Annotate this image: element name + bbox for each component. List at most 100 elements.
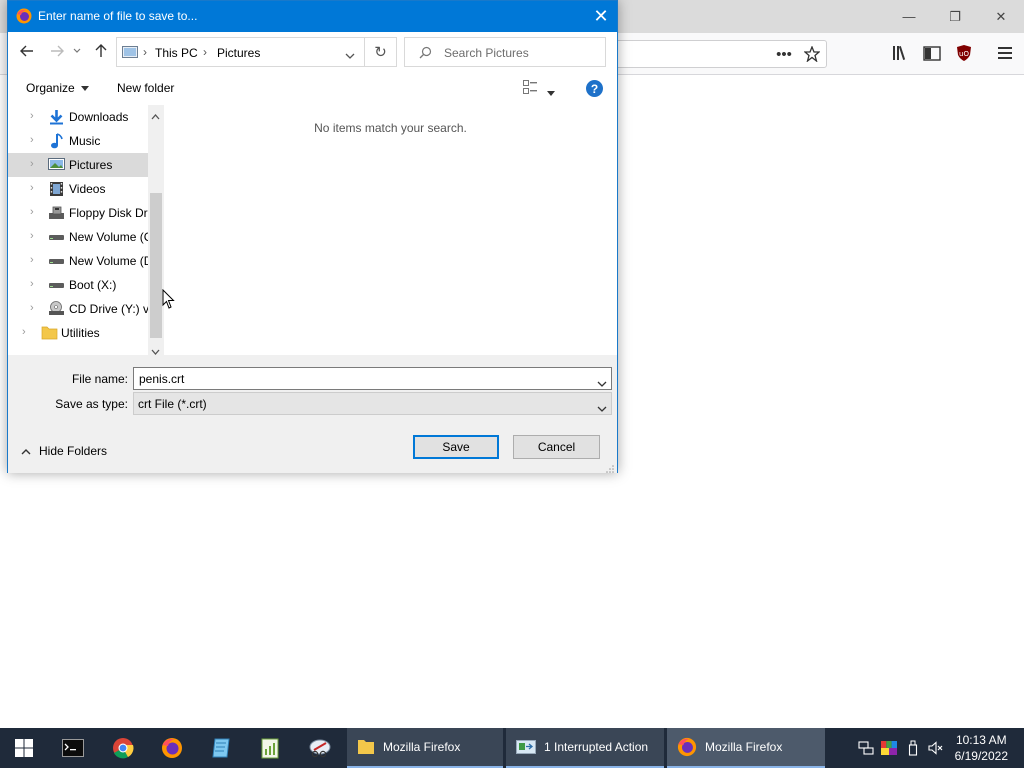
address-dropdown-chevron-icon[interactable] — [345, 49, 357, 59]
forward-arrow-icon[interactable] — [46, 40, 68, 62]
expand-chevron-icon[interactable]: › — [30, 254, 34, 266]
help-icon[interactable]: ? — [586, 80, 603, 97]
floppy-drive-icon — [48, 205, 65, 221]
tree-item-label: Floppy Disk Dri — [69, 206, 149, 220]
recent-locations-chevron-icon[interactable] — [71, 40, 83, 62]
tree-item-pictures[interactable]: › Pictures — [8, 153, 148, 177]
scroll-up-icon[interactable] — [151, 109, 160, 123]
taskbar-task-file-explorer[interactable]: Mozilla Firefox — [347, 728, 503, 768]
notepad-taskbar-icon[interactable] — [197, 728, 245, 768]
tree-item-label: Utilities — [61, 326, 100, 340]
taskbar-task-firefox[interactable]: Mozilla Firefox — [667, 728, 825, 768]
dialog-title: Enter name of file to save to... — [38, 9, 198, 23]
minimize-button[interactable]: — — [886, 0, 932, 33]
breadcrumb-pictures[interactable]: Pictures — [217, 46, 260, 60]
address-bar[interactable]: › This PC › Pictures — [116, 37, 365, 67]
breadcrumb-this-pc[interactable]: This PC — [155, 46, 198, 60]
file-list-pane[interactable]: No items match your search. — [164, 105, 617, 355]
tree-item-label: New Volume (D — [69, 254, 149, 268]
chrome-taskbar-icon[interactable] — [99, 728, 147, 768]
task-label: Mozilla Firefox — [383, 740, 461, 754]
view-options-icon[interactable] — [523, 80, 539, 96]
terminal-taskbar-icon[interactable] — [49, 728, 97, 768]
expand-chevron-icon[interactable]: › — [30, 230, 34, 242]
ublock-icon[interactable]: uO — [951, 40, 977, 66]
url-bar[interactable]: ••• — [600, 40, 827, 68]
color-app-icon[interactable] — [881, 740, 897, 756]
tree-scrollbar[interactable] — [148, 105, 164, 355]
expand-chevron-icon[interactable]: › — [30, 182, 34, 194]
scrollbar-thumb[interactable] — [150, 193, 162, 338]
hide-folders-label: Hide Folders — [39, 444, 108, 458]
tree-item-videos[interactable]: › Videos — [8, 177, 148, 201]
view-dropdown-icon[interactable] — [547, 85, 555, 99]
tree-item-downloads[interactable]: › Downloads — [8, 105, 148, 129]
expand-chevron-icon[interactable]: › — [22, 326, 26, 338]
menu-icon[interactable] — [992, 40, 1018, 66]
bookmark-star-icon[interactable] — [799, 41, 825, 67]
start-button[interactable] — [0, 728, 48, 768]
expand-chevron-icon[interactable]: › — [30, 302, 34, 314]
organize-button[interactable]: Organize — [26, 81, 89, 95]
file-copy-icon — [516, 739, 536, 755]
clock-time: 10:13 AM — [955, 733, 1007, 747]
cd-drive-icon — [48, 301, 65, 317]
save-type-dropdown-icon[interactable] — [597, 401, 607, 415]
empty-message: No items match your search. — [314, 121, 467, 135]
expand-chevron-icon[interactable]: › — [30, 110, 34, 122]
volume-muted-icon[interactable] — [928, 740, 944, 756]
tree-item-label: Boot (X:) — [69, 278, 117, 292]
svg-text:uO: uO — [959, 50, 969, 58]
up-arrow-icon[interactable] — [90, 40, 112, 62]
dialog-titlebar[interactable]: Enter name of file to save to... ✕ — [8, 1, 617, 32]
search-box[interactable]: Search Pictures — [404, 37, 606, 67]
drive-icon — [48, 253, 65, 269]
tree-item-new-volume-c[interactable]: › New Volume (C — [8, 225, 149, 249]
expand-chevron-icon[interactable]: › — [30, 206, 34, 218]
downloads-icon — [48, 109, 65, 125]
usb-device-icon[interactable] — [905, 740, 921, 756]
firefox-icon — [677, 737, 697, 757]
hide-folders-button[interactable]: Hide Folders — [21, 444, 107, 458]
network-icon[interactable] — [858, 740, 874, 756]
expand-chevron-icon[interactable]: › — [30, 134, 34, 146]
file-name-value: penis.crt — [139, 372, 185, 386]
task-label: 1 Interrupted Action — [544, 740, 649, 754]
tree-item-label: Pictures — [69, 158, 113, 172]
tree-item-utilities[interactable]: › Utilities — [8, 321, 148, 345]
tree-item-new-volume-d[interactable]: › New Volume (D — [8, 249, 149, 273]
spreadsheet-taskbar-icon[interactable] — [246, 728, 294, 768]
library-icon[interactable] — [888, 40, 914, 66]
sidebar-icon[interactable] — [919, 40, 945, 66]
tree-item-floppy[interactable]: › Floppy Disk Dri — [8, 201, 149, 225]
music-icon — [48, 133, 65, 149]
tree-item-boot-x[interactable]: › Boot (X:) — [8, 273, 148, 297]
organize-label: Organize — [26, 81, 75, 95]
tree-item-music[interactable]: › Music — [8, 129, 148, 153]
system-clock[interactable]: 10:13 AM 6/19/2022 — [955, 732, 1008, 764]
file-name-field[interactable]: penis.crt — [133, 367, 612, 390]
restore-button[interactable]: ❐ — [932, 0, 978, 33]
tree-item-cd-drive-y[interactable]: › CD Drive (Y:) vi — [8, 297, 149, 321]
breadcrumb-separator: › — [143, 45, 147, 59]
close-window-button[interactable]: ✕ — [978, 0, 1024, 33]
resize-grip-icon[interactable] — [606, 462, 614, 473]
expand-chevron-icon[interactable]: › — [30, 278, 34, 290]
breadcrumb-separator: › — [203, 45, 207, 59]
back-arrow-icon[interactable] — [16, 40, 38, 62]
save-type-select[interactable]: crt File (*.crt) — [133, 392, 612, 415]
save-button[interactable]: Save — [413, 435, 499, 459]
cancel-button[interactable]: Cancel — [513, 435, 600, 459]
dialog-close-button[interactable]: ✕ — [585, 1, 617, 32]
refresh-icon[interactable]: ↻ — [365, 37, 397, 67]
expand-chevron-icon[interactable]: › — [30, 158, 34, 170]
file-name-dropdown-icon[interactable] — [597, 376, 607, 390]
page-actions-icon[interactable]: ••• — [771, 41, 797, 67]
save-type-label: Save as type: — [55, 397, 128, 411]
command-bar: Organize New folder ? — [8, 72, 617, 105]
new-folder-button[interactable]: New folder — [117, 81, 174, 95]
firefox-taskbar-icon[interactable] — [148, 728, 196, 768]
firefox-icon — [16, 8, 32, 24]
taskbar-task-interrupted-action[interactable]: 1 Interrupted Action — [506, 728, 664, 768]
snipping-tool-taskbar-icon[interactable] — [296, 728, 344, 768]
